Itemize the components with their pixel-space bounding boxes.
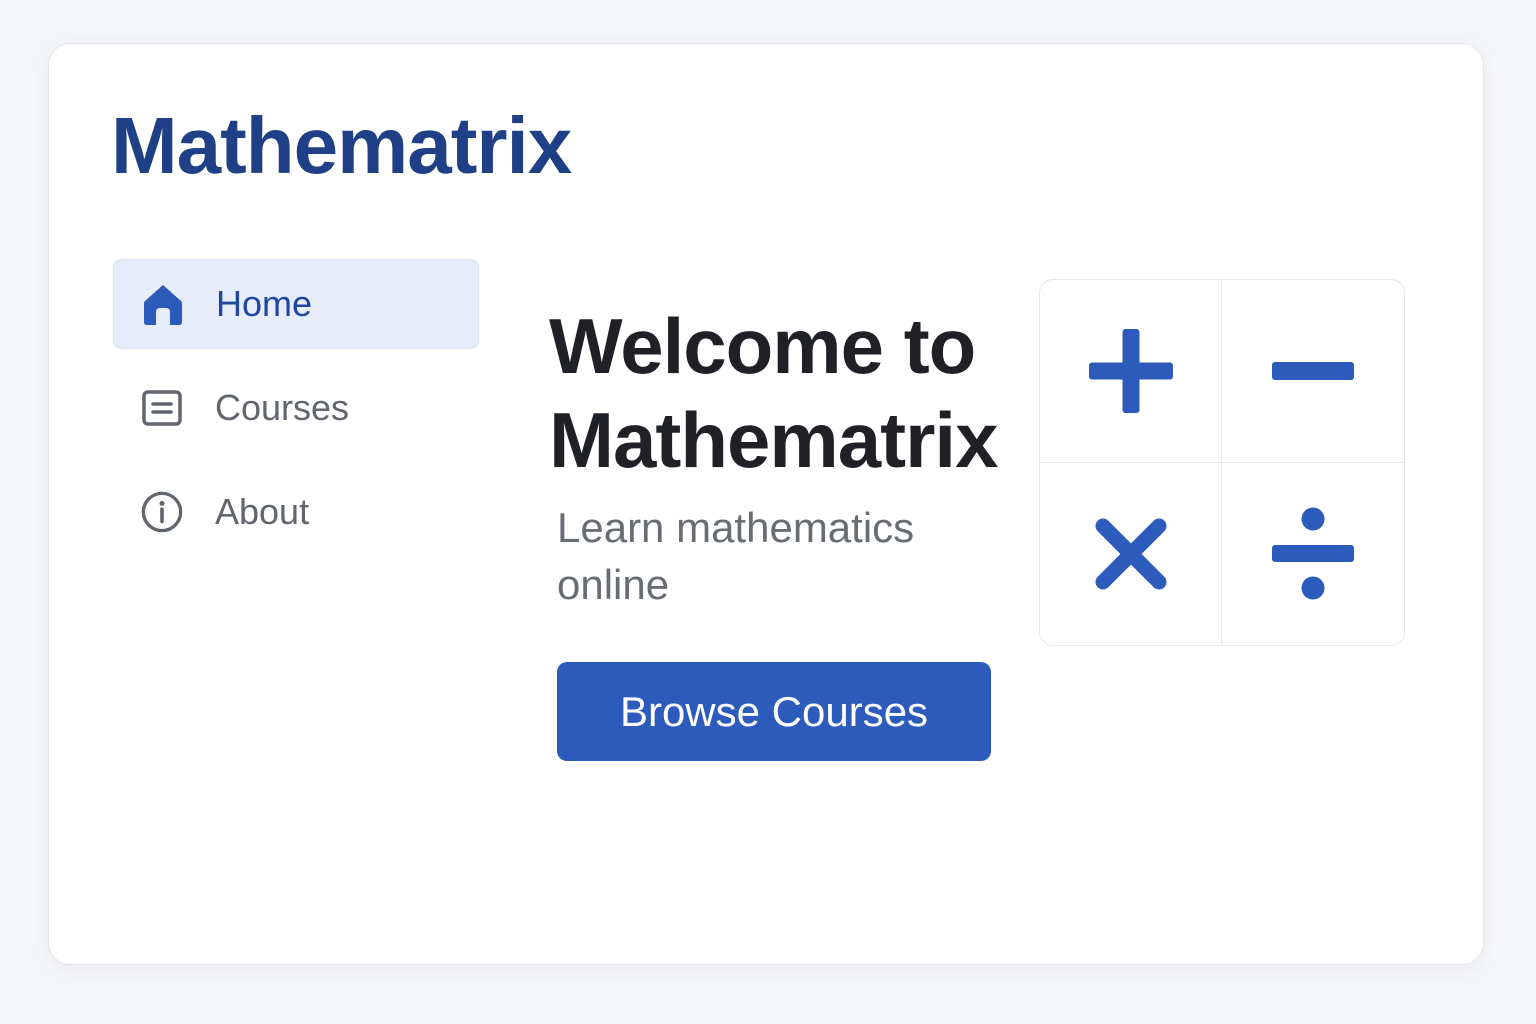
courses-icon <box>141 387 183 429</box>
plus-icon <box>1088 328 1173 413</box>
home-icon <box>142 283 184 325</box>
math-operations-grid: plus minus multiply divide <box>1039 279 1405 646</box>
multiply-icon <box>1095 518 1166 590</box>
sidebar-item-about[interactable]: About <box>113 467 479 557</box>
hero-subtitle: Learn mathematics online <box>557 504 915 608</box>
op-cell-minus[interactable]: minus <box>1222 280 1404 463</box>
op-cell-divide[interactable]: divide <box>1222 463 1404 646</box>
sidebar-nav: Home Courses About <box>113 259 479 571</box>
sidebar-item-label: About <box>215 491 310 532</box>
op-cell-plus[interactable]: plus <box>1040 280 1222 463</box>
op-cell-multiply[interactable]: multiply <box>1040 462 1222 645</box>
sidebar-item-home[interactable]: Home <box>113 259 479 349</box>
app-logo[interactable]: Mathematrix <box>111 106 572 186</box>
divide-icon <box>1272 507 1354 600</box>
main-card: Mathematrix Home Courses About Welcome t… <box>48 43 1484 965</box>
hero-title: Welcome to Mathematrix <box>549 302 998 484</box>
sidebar-item-label: Home <box>216 283 313 324</box>
browse-courses-button[interactable]: Browse Courses <box>557 662 991 761</box>
sidebar-item-label: Courses <box>215 387 350 428</box>
sidebar-item-courses[interactable]: Courses <box>113 363 479 453</box>
info-icon <box>141 491 183 533</box>
minus-icon <box>1272 361 1354 380</box>
